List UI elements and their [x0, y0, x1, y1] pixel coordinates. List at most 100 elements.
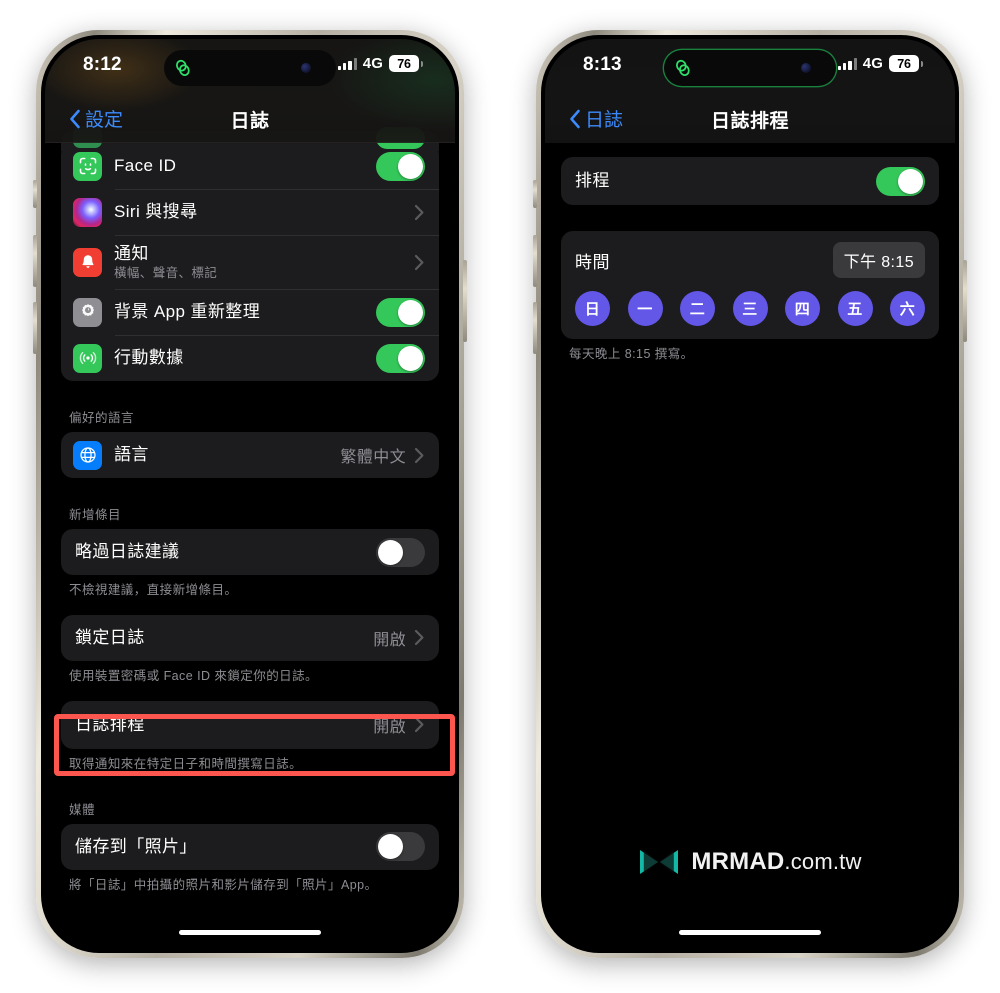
toggle-knob [898, 168, 923, 194]
silent-switch[interactable] [533, 180, 537, 208]
right-phone-device: 排程 時間 下午 8:15 日 一 二 三 四 五 六 每天晚上 8:15 撰寫… [533, 30, 967, 958]
home-indicator[interactable] [179, 929, 321, 935]
left-phone-bezel: Face ID Siri 與搜尋 通知 橫幅、聲音、標記 背景 App 重新整理… [41, 35, 459, 953]
volume-up-button[interactable] [33, 235, 37, 287]
row-label: 語言 [114, 445, 149, 465]
row-journal-schedule[interactable]: 日誌排程 開啟 [61, 701, 439, 749]
row-schedule[interactable]: 排程 [561, 157, 939, 205]
chevron-left-icon [70, 109, 80, 128]
toggle-knob [398, 153, 423, 179]
row-cellular-data[interactable]: 行動數據 [61, 335, 439, 381]
row-label: 鎖定日誌 [75, 628, 145, 648]
media-header: 媒體 [69, 802, 96, 817]
chevron-right-icon [414, 717, 424, 733]
row-label: Siri 與搜尋 [114, 202, 198, 222]
app-permissions-card: Face ID Siri 與搜尋 通知 橫幅、聲音、標記 背景 App 重新整理… [61, 143, 439, 381]
time-row: 時間 下午 8:15 [575, 242, 925, 278]
row-label: 行動數據 [114, 348, 184, 368]
day-thursday[interactable]: 四 [785, 291, 820, 326]
battery-tip [920, 60, 923, 67]
time-and-days-card: 時間 下午 8:15 日 一 二 三 四 五 六 [561, 231, 939, 339]
language-card: 語言 繁體中文 [61, 432, 439, 478]
background-refresh-icon [73, 297, 102, 327]
skip-suggestions-card: 略過日誌建議 [61, 529, 439, 575]
save-to-photos-card: 儲存到「照片」 [61, 823, 439, 870]
mrmad-bowtie-logo-icon [638, 847, 680, 877]
journal-schedule-value: 開啟 [373, 718, 406, 736]
preferred-language-header: 偏好的語言 [69, 411, 135, 425]
dynamic-island[interactable] [164, 50, 336, 86]
site-watermark: MRMAD.com.tw [545, 847, 955, 877]
battery-indicator: 76 [389, 55, 423, 72]
left-status-bar: 8:12 4G 76 [45, 39, 455, 95]
watermark-brand: MRMAD [691, 848, 785, 875]
left-phone-screen: Face ID Siri 與搜尋 通知 橫幅、聲音、標記 背景 App 重新整理… [45, 39, 455, 949]
faceid-toggle[interactable] [376, 151, 425, 181]
row-label: 儲存到「照片」 [75, 836, 197, 856]
back-label: 設定 [85, 110, 124, 131]
day-saturday[interactable]: 六 [890, 291, 925, 326]
day-monday[interactable]: 一 [627, 291, 663, 326]
save-to-photos-toggle[interactable] [376, 832, 425, 862]
network-type: 4G [862, 55, 883, 72]
silent-switch[interactable] [33, 180, 37, 208]
fitness-rings-icon [673, 58, 693, 78]
schedule-footnote: 每天晚上 8:15 撰寫。 [569, 347, 694, 361]
home-indicator[interactable] [679, 929, 821, 935]
day-tuesday[interactable]: 二 [680, 291, 715, 326]
row-language[interactable]: 語言 繁體中文 [61, 432, 439, 478]
back-button[interactable]: 日誌 [569, 105, 623, 132]
row-lock-journal[interactable]: 鎖定日誌 開啟 [61, 615, 439, 661]
skip-suggestions-toggle[interactable] [376, 537, 425, 567]
schedule-toggle-card: 排程 [561, 157, 939, 205]
day-friday[interactable]: 五 [837, 291, 873, 326]
screenshot-stage: Face ID Siri 與搜尋 通知 橫幅、聲音、標記 背景 App 重新整理… [0, 0, 1000, 993]
battery-percent: 76 [389, 55, 419, 72]
row-skip-journal-suggestions[interactable]: 略過日誌建議 [61, 529, 439, 575]
cellular-data-icon [73, 343, 102, 373]
right-status-bar: 8:13 4G 76 [545, 39, 955, 95]
lock-journal-card: 鎖定日誌 開啟 [61, 614, 439, 661]
back-label: 日誌 [585, 110, 624, 131]
row-notifications[interactable]: 通知 橫幅、聲音、標記 [61, 235, 439, 289]
time-label: 時間 [575, 252, 610, 272]
row-siri-search[interactable]: Siri 與搜尋 [61, 189, 439, 235]
left-phone-device: Face ID Siri 與搜尋 通知 橫幅、聲音、標記 背景 App 重新整理… [33, 30, 467, 958]
front-camera [801, 63, 811, 73]
volume-down-button[interactable] [33, 302, 37, 354]
toggle-knob [378, 834, 403, 860]
right-phone-screen: 排程 時間 下午 8:15 日 一 二 三 四 五 六 每天晚上 8:15 撰寫… [545, 39, 955, 949]
toggle-knob [398, 299, 423, 325]
schedule-toggle[interactable] [876, 166, 925, 196]
status-time: 8:12 [83, 54, 122, 75]
network-type: 4G [362, 55, 383, 72]
globe-icon [73, 440, 102, 470]
fitness-rings-icon [173, 58, 193, 78]
row-label: 背景 App 重新整理 [114, 302, 261, 322]
dynamic-island[interactable] [664, 50, 836, 86]
toggle-knob [398, 345, 423, 371]
siri-icon [73, 197, 102, 227]
day-sunday[interactable]: 日 [575, 291, 610, 326]
row-background-app-refresh[interactable]: 背景 App 重新整理 [61, 289, 439, 335]
volume-down-button[interactable] [533, 302, 537, 354]
power-button[interactable] [963, 260, 967, 342]
status-time: 8:13 [583, 54, 622, 75]
row-save-to-photos[interactable]: 儲存到「照片」 [61, 824, 439, 870]
background-refresh-toggle[interactable] [376, 297, 425, 327]
volume-up-button[interactable] [533, 235, 537, 287]
row-title: 通知 [114, 244, 149, 264]
power-button[interactable] [463, 260, 467, 342]
back-button[interactable]: 設定 [69, 105, 123, 132]
cellular-data-toggle[interactable] [376, 343, 425, 373]
row-label: 排程 [575, 171, 610, 191]
time-value-button[interactable]: 下午 8:15 [832, 242, 925, 278]
right-phone-bezel: 排程 時間 下午 8:15 日 一 二 三 四 五 六 每天晚上 8:15 撰寫… [541, 35, 959, 953]
day-wednesday[interactable]: 三 [732, 291, 768, 326]
row-label: 略過日誌建議 [75, 542, 180, 562]
